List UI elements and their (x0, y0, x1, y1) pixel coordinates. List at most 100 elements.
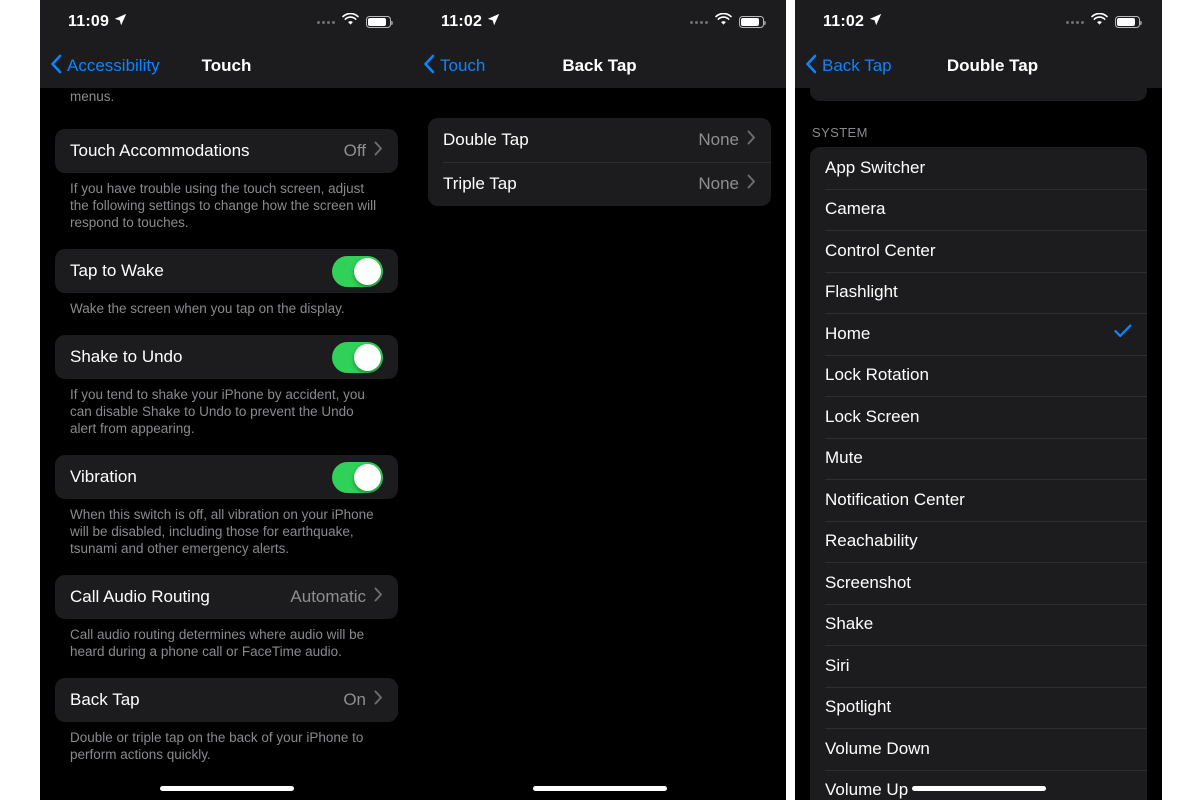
footnote-call-audio-routing: Call audio routing determines where audi… (70, 627, 365, 659)
battery-icon (1115, 16, 1142, 28)
option-label: Siri (825, 655, 850, 675)
option-label: Spotlight (825, 697, 892, 717)
option-row-camera[interactable]: Camera (810, 188, 1147, 231)
chevron-right-icon (374, 690, 383, 710)
status-bar-right (317, 12, 393, 31)
row-call-audio-routing[interactable]: Call Audio Routing Automatic (55, 575, 398, 619)
back-button[interactable]: Back Tap (795, 54, 892, 79)
back-button-label: Back Tap (822, 56, 892, 75)
row-accessory: None (698, 174, 756, 194)
status-bar-right (1066, 12, 1142, 31)
wifi-icon (715, 12, 732, 31)
status-bar-left: 11:09 (68, 13, 127, 31)
option-label: Shake (825, 614, 874, 634)
card-back-tap-actions: Double Tap None Triple Tap None (428, 118, 771, 206)
row-back-tap[interactable]: Back Tap On (55, 678, 398, 722)
back-button[interactable]: Touch (413, 54, 485, 79)
settings-scroll-view[interactable]: Double Tap None Triple Tap None (413, 88, 786, 800)
wifi-icon (342, 12, 359, 31)
option-row-notification-center[interactable]: Notification Center (810, 479, 1147, 521)
row-value: Automatic (290, 587, 366, 606)
home-indicator[interactable] (911, 786, 1046, 791)
toggle-vibration[interactable] (332, 461, 383, 493)
option-row-app-switcher[interactable]: App Switcher (810, 147, 1147, 189)
option-row-shake[interactable]: Shake (810, 603, 1147, 646)
toggle-shake-to-undo[interactable] (332, 341, 383, 373)
option-label: Reachability (825, 531, 918, 551)
nav-bar: Accessibility Touch (40, 44, 413, 88)
row-label: Vibration (70, 467, 137, 486)
chevron-left-icon (805, 54, 817, 79)
back-button-label: Touch (440, 56, 486, 75)
options-scroll-view[interactable]: SYSTEM App Switcher Camera Control Cente… (795, 88, 1162, 800)
option-row-siri[interactable]: Siri (810, 645, 1147, 687)
row-label: Touch Accommodations (70, 141, 250, 160)
option-row-screenshot[interactable]: Screenshot (810, 562, 1147, 604)
option-label: Camera (825, 199, 886, 219)
option-row-flashlight[interactable]: Flashlight (810, 271, 1147, 314)
status-bar: 11:02 (795, 0, 1162, 44)
row-label: Tap to Wake (70, 261, 164, 280)
row-vibration[interactable]: Vibration (55, 455, 398, 499)
row-label: Shake to Undo (70, 347, 183, 366)
section-header-system: SYSTEM (812, 125, 868, 140)
row-tap-to-wake[interactable]: Tap to Wake (55, 249, 398, 293)
option-label: Mute (825, 448, 863, 468)
chevron-right-icon (747, 130, 756, 150)
home-indicator[interactable] (159, 786, 294, 791)
row-value: None (698, 174, 739, 193)
status-bar-left: 11:02 (823, 13, 882, 31)
cellular-dots-icon (690, 20, 708, 24)
row-value: On (343, 690, 366, 709)
card-tap-to-wake: Tap to Wake (55, 249, 398, 293)
back-button-label: Accessibility (67, 56, 160, 75)
row-shake-to-undo[interactable]: Shake to Undo (55, 335, 398, 379)
option-label: Lock Rotation (825, 365, 929, 385)
option-row-volume-up[interactable]: Volume Up (810, 769, 1147, 800)
row-value: None (698, 130, 739, 149)
chevron-right-icon (747, 174, 756, 194)
back-button[interactable]: Accessibility (40, 54, 160, 79)
location-arrow-icon (114, 13, 127, 31)
cellular-dots-icon (317, 20, 335, 24)
option-label: Flashlight (825, 282, 898, 302)
footnote-tap-to-wake: Wake the screen when you tap on the disp… (70, 301, 345, 316)
chevron-right-icon (374, 587, 383, 607)
footnote-back-tap: Double or triple tap on the back of your… (70, 730, 364, 762)
location-arrow-icon (869, 13, 882, 31)
option-label: Notification Center (825, 489, 965, 509)
option-row-control-center[interactable]: Control Center (810, 230, 1147, 272)
row-accessory: Automatic (290, 587, 383, 607)
row-accessory: On (343, 690, 383, 710)
option-label: Volume Up (825, 780, 909, 800)
row-touch-accommodations[interactable]: Touch Accommodations Off (55, 129, 398, 173)
option-row-lock-screen[interactable]: Lock Screen (810, 396, 1147, 438)
option-row-volume-down[interactable]: Volume Down (810, 728, 1147, 770)
nav-bar: Touch Back Tap (413, 44, 786, 88)
option-row-lock-rotation[interactable]: Lock Rotation (810, 354, 1147, 397)
option-row-reachability[interactable]: Reachability (810, 520, 1147, 563)
row-double-tap[interactable]: Double Tap None (428, 118, 771, 162)
cellular-dots-icon (1066, 20, 1084, 24)
card-system-actions: App Switcher Camera Control Center Flash… (810, 147, 1147, 800)
screenshot-stage: 11:09 Accessibility Touch menus. Touch A… (0, 0, 1200, 800)
battery-icon (366, 16, 393, 28)
option-row-mute[interactable]: Mute (810, 437, 1147, 480)
status-time: 11:02 (823, 13, 865, 30)
card-vibration: Vibration (55, 455, 398, 499)
status-time: 11:09 (68, 13, 110, 30)
option-label: Home (825, 323, 871, 343)
partial-footnote-top: menus. (70, 89, 115, 104)
row-accessory: None (698, 130, 756, 150)
status-bar-right (690, 12, 766, 31)
option-row-spotlight[interactable]: Spotlight (810, 686, 1147, 729)
option-label: Volume Down (825, 738, 930, 758)
home-indicator[interactable] (532, 786, 667, 791)
battery-icon (739, 16, 766, 28)
toggle-knob (354, 257, 381, 285)
toggle-tap-to-wake[interactable] (332, 255, 383, 287)
option-row-home[interactable]: Home (810, 313, 1147, 355)
nav-bar: Back Tap Double Tap (795, 44, 1162, 88)
row-triple-tap[interactable]: Triple Tap None (428, 162, 771, 206)
settings-scroll-view[interactable]: menus. Touch Accommodations Off If you h… (40, 88, 413, 800)
